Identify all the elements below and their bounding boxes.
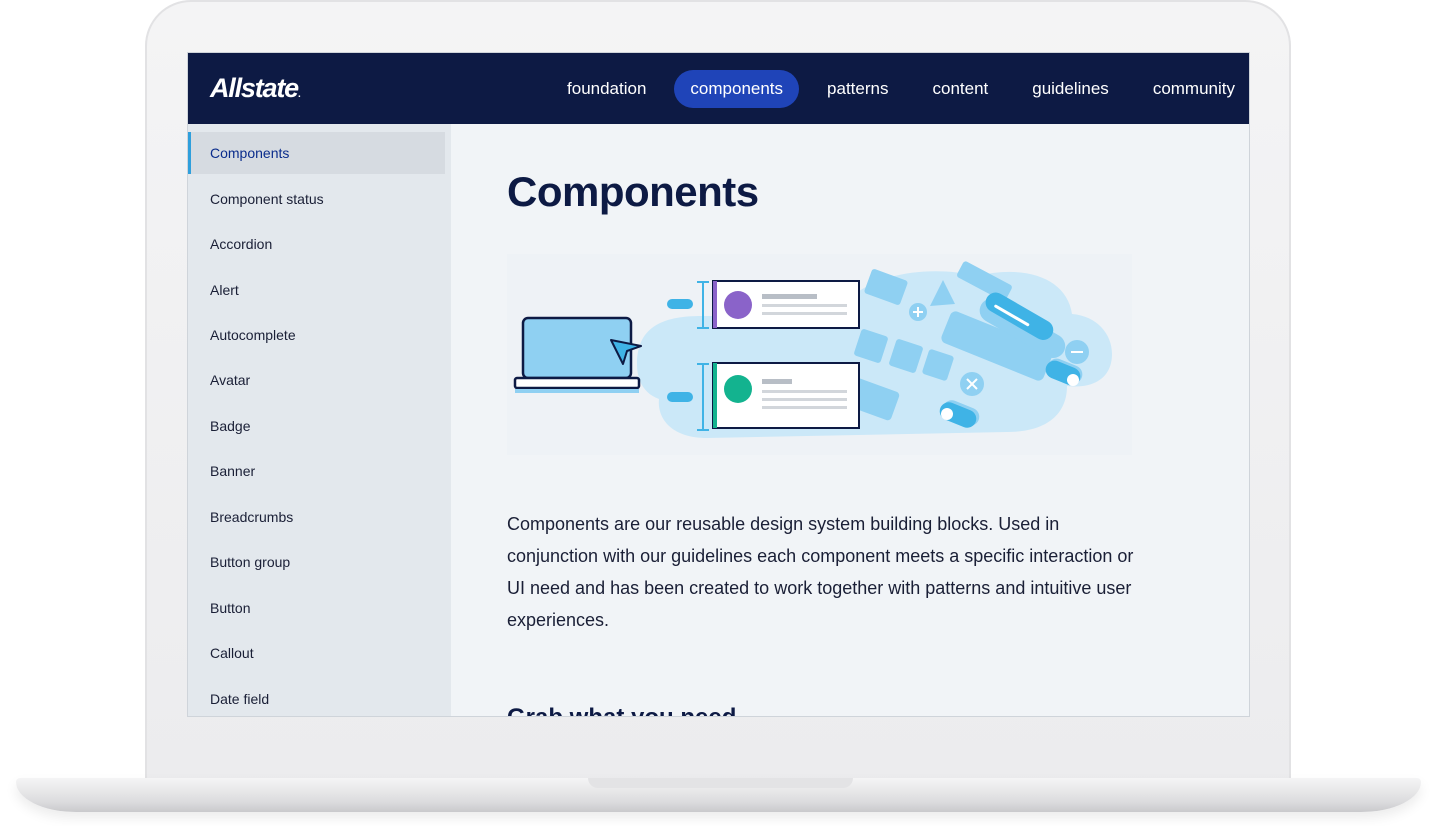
laptop-notch — [588, 778, 853, 788]
nav-item-components[interactable]: components — [674, 70, 800, 108]
sidebar-nav: Components Component status Accordion Al… — [188, 124, 451, 716]
page-title: Components — [507, 168, 759, 215]
nav-item-content[interactable]: content — [916, 70, 1004, 108]
sidebar-item-badge[interactable]: Badge — [188, 405, 445, 447]
browser-screen: Allstate. foundation components patterns… — [187, 52, 1250, 717]
main-nav: foundation components patterns content g… — [539, 70, 1249, 108]
nav-item-foundation[interactable]: foundation — [551, 70, 662, 108]
sidebar-item-breadcrumbs[interactable]: Breadcrumbs — [188, 496, 445, 538]
nav-item-patterns[interactable]: patterns — [811, 70, 904, 108]
intro-paragraph: Components are our reusable design syste… — [507, 514, 1134, 630]
sidebar-item-callout[interactable]: Callout — [188, 632, 445, 674]
sidebar-item-button-group[interactable]: Button group — [188, 541, 445, 583]
top-navigation-bar: Allstate. foundation components patterns… — [188, 53, 1249, 124]
section-heading: Grab what you need — [507, 704, 736, 716]
sidebar-item-button[interactable]: Button — [188, 587, 445, 629]
sidebar-item-accordion[interactable]: Accordion — [188, 223, 445, 265]
sidebar-item-date-field[interactable]: Date field — [188, 678, 445, 716]
sidebar-item-alert[interactable]: Alert — [188, 269, 445, 311]
sidebar-item-autocomplete[interactable]: Autocomplete — [188, 314, 445, 356]
sidebar-item-component-status[interactable]: Component status — [188, 178, 445, 220]
sidebar-item-banner[interactable]: Banner — [188, 450, 445, 492]
nav-item-guidelines[interactable]: guidelines — [1016, 70, 1125, 108]
sidebar-item-components[interactable]: Components — [188, 132, 445, 174]
allstate-logo[interactable]: Allstate. — [210, 73, 301, 104]
sidebar-item-avatar[interactable]: Avatar — [188, 359, 445, 401]
nav-item-community[interactable]: community — [1137, 70, 1249, 108]
components-illustration — [507, 254, 1132, 455]
main-content: Components Components are our reusable d… — [451, 124, 1249, 716]
